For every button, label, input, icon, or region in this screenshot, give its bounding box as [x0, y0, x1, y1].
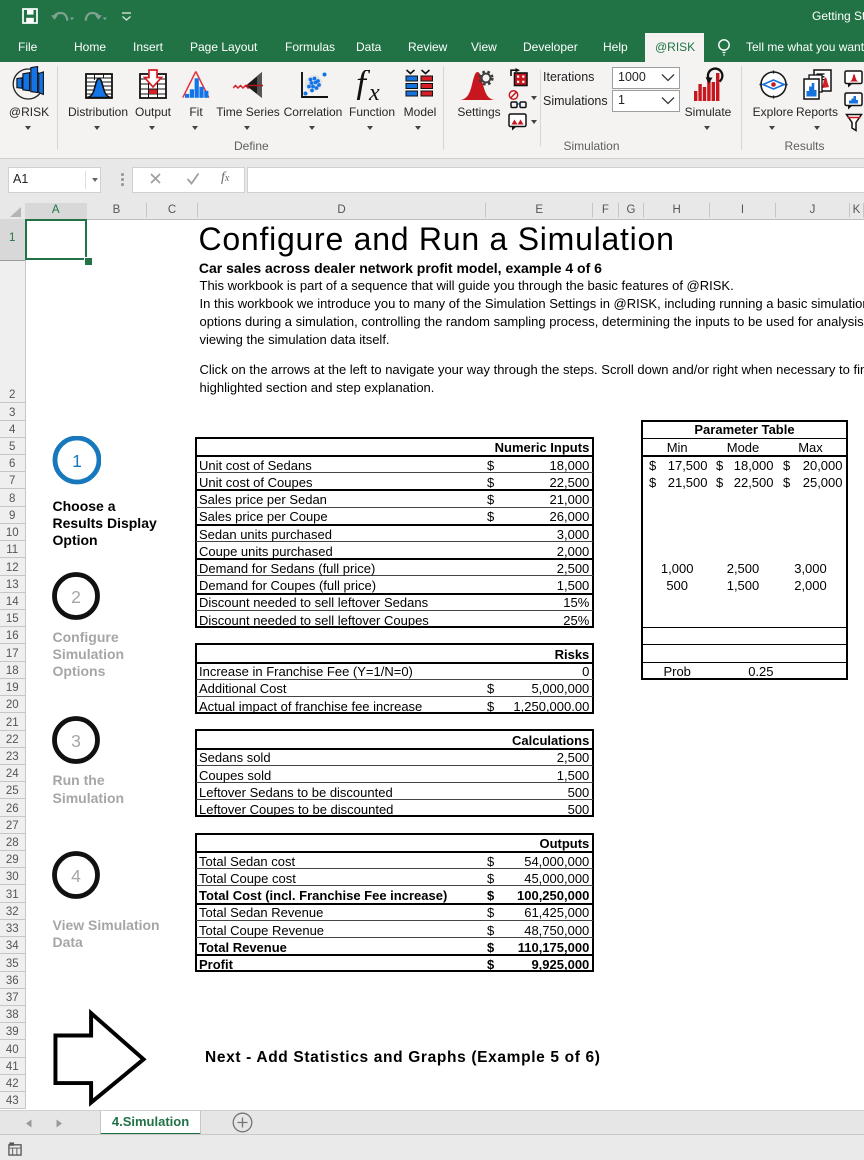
svg-text:4: 4 — [71, 866, 81, 886]
svg-text:1: 1 — [72, 451, 82, 471]
svg-text:x: x — [368, 80, 380, 100]
svg-text:3: 3 — [71, 731, 81, 751]
svg-text:2: 2 — [71, 587, 81, 607]
